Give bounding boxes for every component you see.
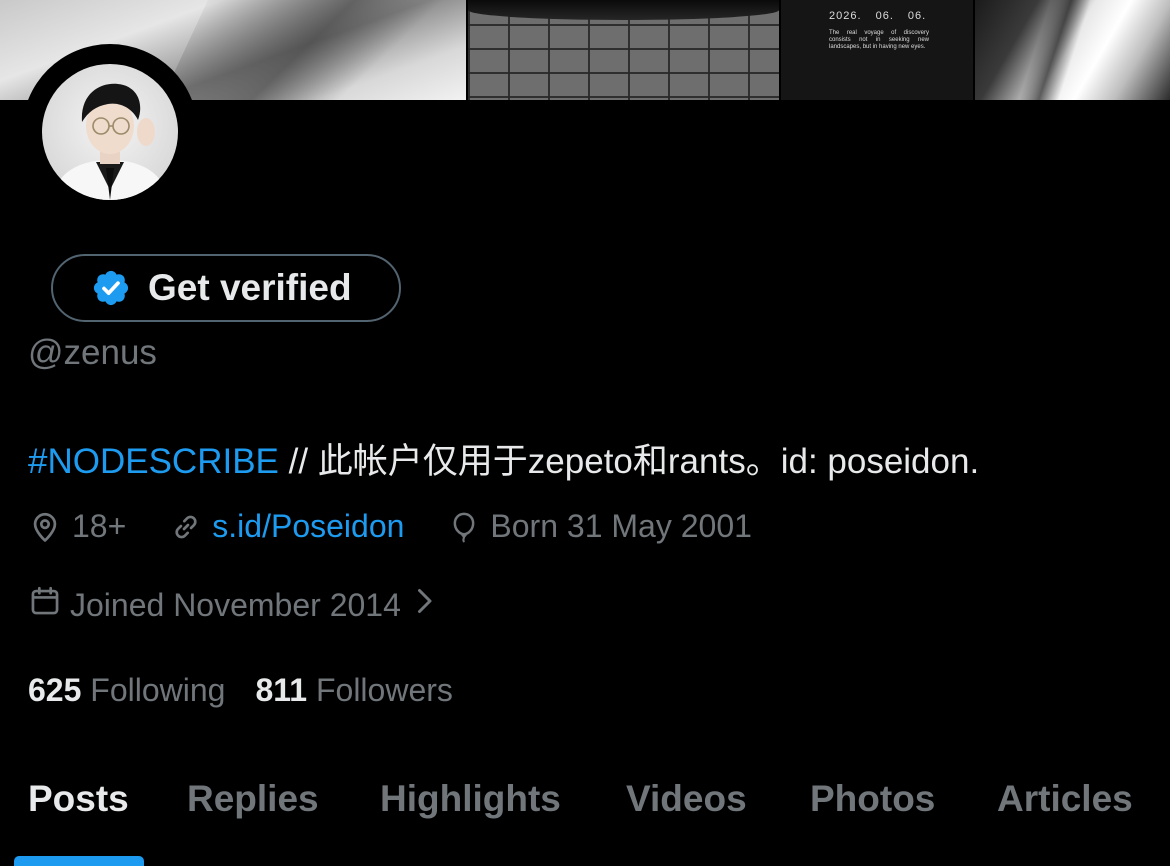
followers-label: Followers (315, 672, 453, 708)
location-pin-icon (28, 510, 62, 544)
calendar-icon (28, 584, 62, 626)
verified-badge-icon (91, 268, 131, 308)
tab-photos[interactable]: Photos (810, 778, 935, 820)
joined-row[interactable]: Joined November 2014 (28, 584, 435, 626)
banner-date-text: 2026. 06. 06. (829, 10, 927, 22)
followers-count: 811 (255, 672, 308, 708)
followers-stat[interactable]: 811 Followers (255, 672, 452, 709)
profile-meta-row: 18+ s.id/Poseidon Born 31 May 2001 (28, 508, 752, 545)
location-item: 18+ (28, 508, 126, 545)
joined-text: Joined November 2014 (70, 586, 401, 623)
bio-text: // 此帐户仅用于zepeto和rants。id: poseidon. (278, 442, 980, 481)
bio-hashtag-link[interactable]: #NODESCRIBE (28, 442, 279, 481)
follow-stats: 625 Following 811 Followers (28, 672, 453, 709)
website-link[interactable]: s.id/Poseidon (212, 508, 404, 545)
avatar-photo (42, 64, 178, 200)
location-text: 18+ (72, 508, 127, 544)
active-tab-indicator (14, 856, 144, 866)
balloon-icon (448, 510, 480, 544)
chevron-right-icon (413, 586, 435, 624)
following-stat[interactable]: 625 Following (28, 672, 225, 709)
tab-replies[interactable]: Replies (187, 778, 319, 820)
banner-photo-4 (975, 0, 1170, 100)
tab-posts[interactable]: Posts (28, 778, 129, 820)
get-verified-label: Get verified (148, 267, 352, 308)
banner-photo-2 (468, 0, 779, 100)
link-icon (170, 511, 202, 543)
birthday-item: Born 31 May 2001 (448, 508, 752, 545)
tab-articles[interactable]: Articles (997, 778, 1133, 820)
following-count: 625 (28, 672, 82, 708)
website-item[interactable]: s.id/Poseidon (170, 508, 404, 545)
avatar[interactable] (22, 44, 198, 220)
profile-handle: @zenus (28, 333, 157, 372)
banner-photo-3: 2026. 06. 06. The real voyage of discove… (781, 0, 973, 100)
birthday-text: Born 31 May 2001 (490, 508, 752, 544)
tab-videos[interactable]: Videos (626, 778, 747, 820)
tab-highlights[interactable]: Highlights (380, 778, 561, 820)
profile-bio: #NODESCRIBE // 此帐户仅用于zepeto和rants。id: po… (28, 433, 979, 484)
following-label: Following (90, 672, 226, 708)
get-verified-button[interactable]: Get verified (51, 254, 401, 322)
banner-quote-text: The real voyage of discovery consists no… (829, 30, 929, 50)
profile-tabs: Posts Replies Highlights Videos Photos A… (0, 770, 1170, 866)
